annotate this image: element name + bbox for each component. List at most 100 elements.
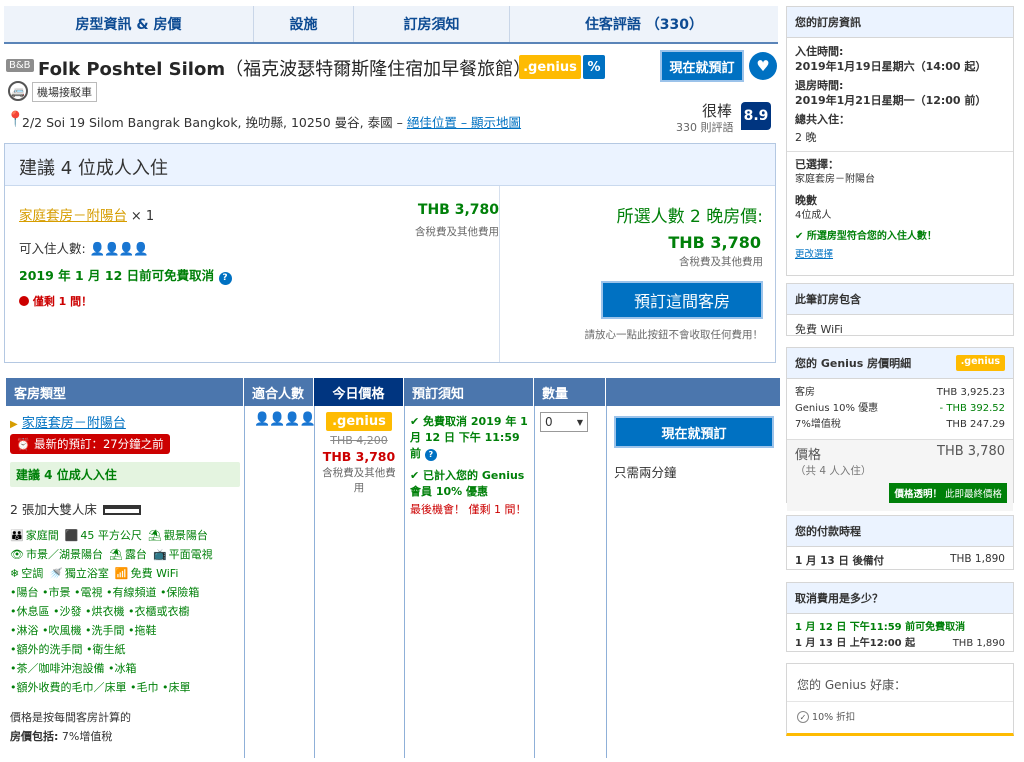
- cancellation-box: 取消費用是多少？ 1 月 12 日 下午11:59 前可免費取消 1 月 13 …: [786, 582, 1014, 652]
- facility-line: •淋浴 •吹風機 •洗手間 •拖鞋: [10, 624, 157, 637]
- genius-perks-title: 您的 Genius 好康：: [787, 664, 1013, 702]
- col-divider: [314, 406, 315, 758]
- facility-label: 45 平方公尺: [80, 529, 142, 542]
- includes-item: 免費 WiFi: [795, 323, 843, 336]
- cancellation-fee-row: 1 月 13 日 上午12:00 起 THB 1,890: [795, 636, 1005, 652]
- genius-perk-text: 10% 折扣: [812, 712, 856, 723]
- breakdown-row: 客房 THB 3,925.23: [795, 387, 1005, 398]
- address-text: 2/2 Soi 19 Silom Bangrak Bangkok, 挽叻縣, 1…: [22, 115, 403, 130]
- th-today-price: 今日價格: [314, 378, 404, 406]
- tab-house-rules[interactable]: 訂房須知: [354, 6, 510, 42]
- col-divider: [404, 406, 405, 758]
- recommendation-left: 家庭套房－附陽台 × 1 THB 3,780 含稅費及其他費用 可入住人數: 👤…: [19, 202, 499, 309]
- total-stay-label: 總共入住：: [795, 113, 850, 126]
- only-left-text: 僅剩 1 間！: [32, 295, 93, 308]
- info-icon[interactable]: ?: [424, 449, 437, 461]
- price-tax-note: 含稅費及其他費用: [322, 467, 396, 494]
- recommend-tag: 建議 4 位成人入住: [10, 462, 240, 487]
- th-conditions: 預訂須知: [404, 378, 534, 406]
- payment-date: 1 月 13 日 後備付: [795, 555, 885, 567]
- hotel-header: B&B Folk Poshtel Silom（福克波瑟特爾斯隆住宿加早餐旅館） …: [4, 50, 778, 140]
- heart-icon[interactable]: ♥: [749, 52, 777, 80]
- tab-facilities[interactable]: 設施: [254, 6, 354, 42]
- cancellation-amount: THB 1,890: [952, 638, 1005, 649]
- red-dot-icon: [19, 296, 29, 306]
- facility-icon-row: ❄ 空調 🚿 獨立浴室 📶 免費 WiFi: [10, 564, 240, 583]
- room-name-row: ▶ 家庭套房－附陽台: [10, 412, 240, 431]
- genius-perks-box: 您的 Genius 好康： ✓ 10% 折扣: [786, 663, 1014, 736]
- info-icon[interactable]: ?: [218, 272, 232, 285]
- room-table: 客房類型 適合人數 今日價格 預訂須知 數量 ▶ 家庭套房－附陽台 ⏰ 最新的預…: [6, 378, 780, 758]
- checkin-value: 2019年1月19日星期六（14:00 起）: [795, 60, 987, 73]
- th-quantity: 數量: [534, 378, 606, 406]
- total-price-note: 含稅費及其他費用: [679, 256, 763, 268]
- shuttle-label: 機場接駁車: [32, 82, 97, 102]
- tab-rooms-prices[interactable]: 房型資訊 & 房價: [4, 6, 254, 42]
- hotel-address: 2/2 Soi 19 Silom Bangrak Bangkok, 挽叻縣, 1…: [22, 112, 521, 131]
- price-cell: .genius THB 4,200 THB 3,780 含稅費及其他費用: [318, 412, 400, 496]
- reserve-note: 請放心一點此按鈕不會收取任何費用！: [584, 329, 764, 341]
- balcony-icon: ⛱: [147, 529, 162, 542]
- genius-perk-item: ✓ 10% 折扣: [787, 702, 1013, 730]
- selected-label: 已選擇：: [795, 158, 839, 171]
- hotel-name-en: Folk Poshtel Silom: [38, 59, 226, 80]
- col-divider: [606, 406, 607, 758]
- recommended-room-link[interactable]: 家庭套房－附陽台: [19, 208, 127, 224]
- breakdown-price-label: 價格: [795, 448, 822, 463]
- facility-icon-list: 👪 家庭間 ⬛ 45 平方公尺 ⛱ 觀景陽台 👁 市景／湖景陽台 ⛱ 露台 📺 平面電視 ❄ 空調 🚿 獨立浴…: [10, 526, 240, 583]
- genius-breakdown-title: 您的 Genius 房價明細: [795, 357, 912, 370]
- last-booked-badge: ⏰ 最新的預訂：27分鐘之前: [10, 434, 170, 454]
- conditions-cell: ✔ 免費取消 2019 年 1 月 12 日 下午 11:59 前 ? ✔ 已計…: [410, 414, 530, 518]
- arrow-right-icon: ▶: [10, 419, 18, 430]
- price-includes-label: 房價包括:: [10, 730, 59, 743]
- recommended-room-price: THB 3,780: [417, 202, 499, 218]
- sleeps-person-icons: 👤👤👤👤: [254, 412, 316, 427]
- family-room-icon: 👪: [10, 529, 24, 542]
- facility-line: •茶／咖啡沖泡設備 •冰箱: [10, 662, 137, 675]
- facility-icon-row: 👪 家庭間 ⬛ 45 平方公尺 ⛱ 觀景陽台: [10, 526, 240, 545]
- review-count[interactable]: 330 則評語: [676, 119, 734, 135]
- room-type-cell: ▶ 家庭套房－附陽台 ⏰ 最新的預訂：27分鐘之前 建議 4 位成人入住 2 張…: [10, 412, 240, 744]
- change-selection-link[interactable]: 更改選擇: [795, 247, 1005, 262]
- checkin-label: 入住時間:: [795, 45, 844, 58]
- genius-percent-icon: %: [583, 55, 605, 79]
- selected-value: 家庭套房－附陽台: [795, 174, 875, 185]
- review-score-badge: 8.9: [741, 102, 771, 130]
- room-name-link[interactable]: 家庭套房－附陽台: [22, 416, 126, 431]
- fit-note: ✔ 所選房型符合您的入住人數！: [795, 229, 1005, 244]
- quantity-value: 0: [545, 415, 553, 429]
- check-icon: ✔: [795, 231, 804, 242]
- facility-line: •陽台 •市景 •電視 •有線頻道 •保險箱: [10, 586, 200, 599]
- col-divider: [244, 406, 245, 758]
- shuttle-icon: 🚐: [8, 81, 28, 101]
- bathroom-icon: 🚿: [49, 567, 63, 580]
- show-map-link[interactable]: 絕佳位置 – 顯示地圖: [407, 115, 521, 130]
- price-includes-row: 房價包括: 7%增值稅: [10, 728, 240, 744]
- view-icon: 👁: [10, 548, 24, 561]
- review-word: 很棒: [702, 102, 733, 120]
- book-now-button[interactable]: 現在就預訂: [614, 416, 774, 448]
- facility-line: •休息區 •沙發 •烘衣機 •衣櫃或衣櫥: [10, 605, 190, 618]
- genius-breakdown-box: 您的 Genius 房價明細 .genius 客房 THB 3,925.23 Ge…: [786, 347, 1014, 511]
- facility-label: 獨立浴室: [64, 567, 109, 580]
- book-now-button-top[interactable]: 現在就預訂: [660, 50, 744, 82]
- tv-icon: 📺: [152, 548, 167, 561]
- bed-icon: [102, 505, 141, 515]
- person-icons: 👤👤👤👤: [89, 241, 149, 256]
- payment-schedule-box: 您的付款時程 1 月 13 日 後備付 THB 1,890: [786, 515, 1014, 570]
- includes-title: 此筆訂房包含: [787, 284, 1013, 315]
- facility-label: 空調: [21, 567, 44, 580]
- genius-mini-logo: .genius: [955, 355, 1005, 371]
- terrace-icon: ⛱: [108, 548, 123, 561]
- quantity-select[interactable]: 0 ▼: [540, 412, 588, 432]
- tab-reviews[interactable]: 住客評語 （330）: [510, 6, 778, 42]
- price-includes-value: 7%增值稅: [61, 730, 113, 743]
- total-stay-value: 2 晚: [795, 131, 817, 144]
- price-basis: 價格是按每間客房計算的: [10, 711, 131, 724]
- genius-breakdown-header: 您的 Genius 房價明細 .genius: [787, 348, 1013, 379]
- facility-label: 露台: [124, 548, 147, 561]
- genius-tag: .genius: [326, 412, 392, 431]
- reserve-room-button[interactable]: 預訂這間客房: [601, 281, 763, 319]
- breakdown-total-row: 價格 THB 3,780: [795, 444, 1005, 463]
- breakdown-row: Genius 10% 優惠 - THB 392.52: [795, 403, 1005, 414]
